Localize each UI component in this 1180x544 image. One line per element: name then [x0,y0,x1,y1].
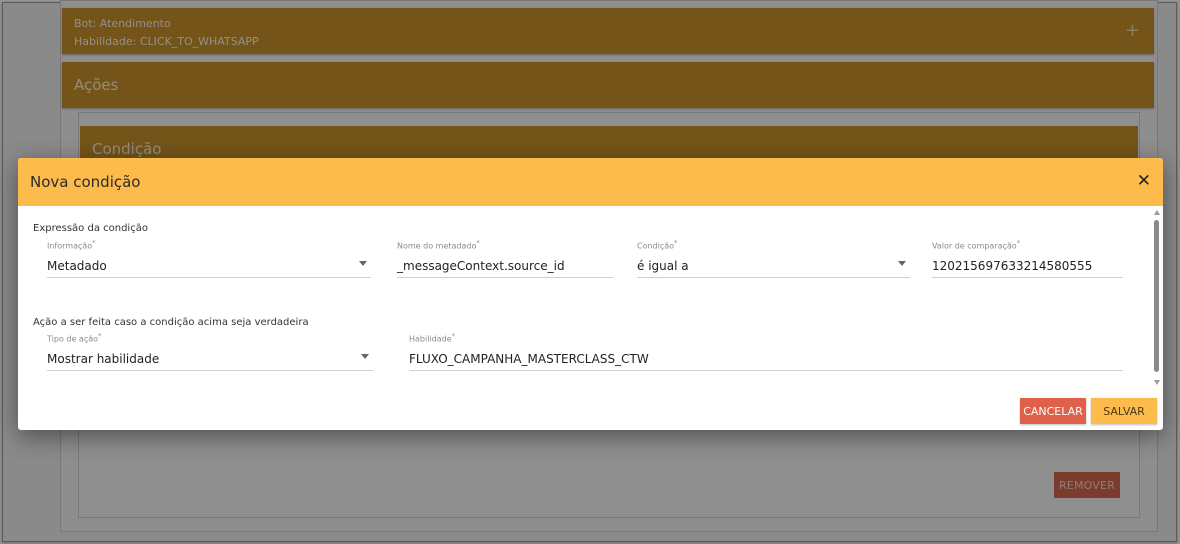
close-icon[interactable]: ✕ [1137,171,1151,191]
scroll-up-icon[interactable] [1154,210,1160,215]
action-type-select[interactable]: Tipo de ação* Mostrar habilidade [47,332,373,372]
dialog-scrollbar[interactable] [1152,206,1162,430]
metadata-name-label: Nome do metadado* [397,239,480,251]
chevron-down-icon [898,261,906,266]
chevron-down-icon [361,354,369,359]
metadata-name-value: _messageContext.source_id [397,255,613,278]
skill-label: Habilidade* [409,332,455,344]
information-select[interactable]: Informação* Metadado [47,239,371,279]
comparison-value-label: Valor de comparação* [932,239,1021,251]
action-type-value: Mostrar habilidade [47,348,373,371]
chevron-down-icon [359,261,367,266]
expression-section-label: Expressão da condição [33,223,148,234]
skill-value: FLUXO_CAMPANHA_MASTERCLASS_CTW [409,348,1123,371]
condition-select[interactable]: Condição* é igual a [637,239,910,279]
dialog-body: Expressão da condição Informação* Metada… [18,206,1163,430]
information-value: Metadado [47,255,371,278]
dialog-title: Nova condição [30,173,141,191]
scroll-down-icon[interactable] [1154,380,1160,385]
new-condition-dialog: Nova condição ✕ Expressão da condição In… [18,158,1163,430]
metadata-name-input[interactable]: Nome do metadado* _messageContext.source… [397,239,613,279]
save-button[interactable]: SALVAR [1091,398,1157,424]
action-section-label: Ação a ser feita caso a condição acima s… [33,317,309,328]
condition-value: é igual a [637,255,910,278]
dialog-header: Nova condição ✕ [18,158,1163,206]
cancel-button[interactable]: CANCELAR [1020,398,1086,424]
information-label: Informação* [47,239,96,251]
action-type-label: Tipo de ação* [47,332,102,344]
condition-label: Condição* [637,239,678,251]
comparison-value-input[interactable]: Valor de comparação* 1202156976332145805… [932,239,1123,279]
comparison-value: 120215697633214580555 [932,255,1123,278]
scrollbar-thumb[interactable] [1154,220,1159,372]
skill-input[interactable]: Habilidade* FLUXO_CAMPANHA_MASTERCLASS_C… [409,332,1123,372]
